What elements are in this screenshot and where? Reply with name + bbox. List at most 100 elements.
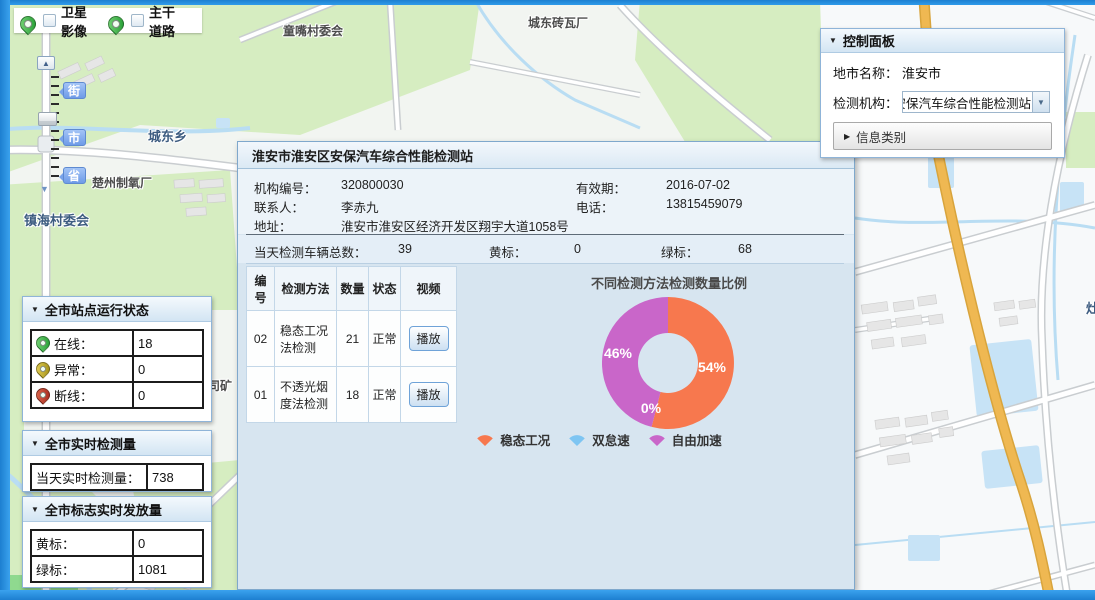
collapse-arrow-icon: ▼ — [31, 439, 39, 448]
app-window: 童嘴村委会 城东砖瓦厂 城东乡 楚州制氧厂 镇海村委会 公司矿 灶 卫星影像 主… — [0, 0, 1095, 600]
map-label-zhuanwachang: 城东砖瓦厂 — [528, 14, 588, 31]
valid-value: 2016-07-02 — [666, 178, 730, 192]
yellow-stat-label: 黄标： — [489, 242, 527, 261]
map-label-zhenhai: 镇海村委会 — [24, 210, 89, 229]
zoom-level-city[interactable]: 市 — [63, 129, 86, 146]
row-no: 01 — [247, 367, 275, 423]
org-no-label: 机构编号： — [254, 178, 317, 197]
green-flag-label: 绿标： — [31, 556, 133, 582]
collapse-arrow-icon: ▼ — [31, 305, 39, 314]
table-row: 断线： 0 — [31, 382, 203, 408]
realtime-header[interactable]: ▼ 全市实时检测量 — [23, 431, 211, 456]
roads-checkbox[interactable] — [131, 14, 144, 27]
play-video-button[interactable]: 播放 — [409, 326, 449, 351]
realtime-panel: ▼ 全市实时检测量 当天实时检测量： 738 — [22, 430, 212, 492]
green-flag-value: 1081 — [133, 556, 203, 582]
total-label: 当天检测车辆总数： — [254, 242, 367, 261]
layer-toolbar: 卫星影像 主干道路 — [14, 8, 202, 33]
slice-label-0: 0% — [629, 400, 673, 416]
slice-label-46: 46% — [596, 345, 640, 361]
yellow-stat-value: 0 — [574, 242, 581, 256]
station-status-table: 在线： 18 异常： 0 断线： 0 — [30, 329, 204, 409]
zoom-out-button[interactable]: ▼ — [40, 184, 49, 194]
collapse-arrow-icon: ▼ — [829, 36, 837, 45]
address-label: 地址： — [254, 216, 292, 235]
fan-marker-icon — [566, 432, 588, 447]
legend-label: 自由加速 — [672, 430, 722, 449]
realtime-table: 当天实时检测量： 738 — [30, 463, 204, 491]
zoom-in-button[interactable]: ▲ — [37, 56, 55, 70]
realtime-label: 当天实时检测量： — [31, 464, 147, 490]
satellite-checkbox[interactable] — [43, 14, 56, 27]
col-header-no: 编号 — [247, 267, 275, 311]
row-status: 正常 — [369, 367, 401, 423]
phone-label: 电话： — [576, 197, 614, 216]
expand-arrow-icon: ▶ — [844, 132, 850, 141]
org-select[interactable]: 安保汽车综合性能检测站 ▼ — [902, 91, 1050, 113]
row-method: 不透光烟度法检测 — [275, 367, 337, 423]
control-panel-title: 控制面板 — [843, 31, 895, 50]
slice-label-54: 54% — [690, 359, 734, 375]
flags-table: 黄标： 0 绿标： 1081 — [30, 529, 204, 583]
row-count: 21 — [337, 311, 369, 367]
table-row: 02 稳态工况法检测 21 正常 播放 — [247, 311, 457, 367]
yellow-flag-value: 0 — [133, 530, 203, 556]
city-label: 地市名称： — [833, 63, 898, 82]
table-row: 绿标： 1081 — [31, 556, 203, 582]
yellow-flag-label: 黄标： — [31, 530, 133, 556]
abnormal-label: 异常： — [54, 360, 93, 379]
online-value: 18 — [133, 330, 203, 356]
flags-header[interactable]: ▼ 全市标志实时发放量 — [23, 497, 211, 522]
realtime-value: 738 — [147, 464, 203, 490]
offline-value: 0 — [133, 382, 203, 408]
realtime-title: 全市实时检测量 — [45, 434, 136, 453]
map-label-zao: 灶 — [1086, 298, 1095, 317]
abnormal-pin-icon — [33, 359, 53, 379]
online-label: 在线： — [54, 334, 93, 353]
chevron-down-icon[interactable]: ▼ — [1032, 92, 1049, 112]
col-header-method: 检测方法 — [275, 267, 337, 311]
chart-title: 不同检测方法检测数量比例 — [538, 273, 800, 292]
row-status: 正常 — [369, 311, 401, 367]
zoom-level-province[interactable]: 省 — [63, 167, 86, 184]
row-count: 18 — [337, 367, 369, 423]
table-row: 在线： 18 — [31, 330, 203, 356]
row-no: 02 — [247, 311, 275, 367]
zoom-level-street[interactable]: 街 — [63, 82, 86, 99]
station-status-title: 全市站点运行状态 — [45, 300, 149, 319]
fan-marker-icon — [646, 432, 668, 447]
abnormal-value: 0 — [133, 356, 203, 382]
satellite-label: 卫星影像 — [61, 2, 98, 40]
city-value: 淮安市 — [902, 63, 941, 82]
zoom-slider-handle[interactable] — [38, 112, 57, 126]
play-video-button[interactable]: 播放 — [409, 382, 449, 407]
collapse-arrow-icon: ▼ — [31, 505, 39, 514]
legend-label: 双怠速 — [592, 430, 630, 449]
legend-label: 稳态工况 — [500, 430, 550, 449]
offline-label: 断线： — [54, 386, 93, 405]
fan-marker-icon — [474, 432, 496, 447]
table-row: 当天实时检测量： 738 — [31, 464, 203, 490]
contact-label: 联系人： — [254, 197, 304, 216]
window-frame-left — [0, 0, 10, 600]
org-no-value: 320800030 — [341, 178, 404, 192]
table-row: 黄标： 0 — [31, 530, 203, 556]
row-method: 稳态工况法检测 — [275, 311, 337, 367]
roads-label: 主干道路 — [149, 2, 186, 40]
org-label: 检测机构： — [833, 93, 898, 112]
window-frame-top — [0, 0, 1095, 5]
map-label-tongzui: 童嘴村委会 — [283, 22, 343, 39]
contact-value: 李赤九 — [341, 197, 379, 216]
station-status-header[interactable]: ▼ 全市站点运行状态 — [23, 297, 211, 322]
info-category-bar[interactable]: ▶ 信息类别 — [833, 122, 1052, 150]
control-panel: ▼ 控制面板 地市名称： 淮安市 检测机构： 安保汽车综合性能检测站 ▼ ▶ 信… — [820, 28, 1065, 158]
station-status-panel: ▼ 全市站点运行状态 在线： 18 异常： 0 断线： 0 — [22, 296, 212, 422]
detection-table: 编号 检测方法 数量 状态 视频 02 稳态工况法检测 21 正常 播放 01 … — [246, 266, 457, 423]
popup-title: 淮安市淮安区安保汽车综合性能检测站 — [238, 142, 854, 169]
offline-pin-icon — [33, 385, 53, 405]
legend-item-dual-idle: 双怠速 — [566, 430, 630, 449]
flags-title: 全市标志实时发放量 — [45, 500, 162, 519]
station-info-popup: 淮安市淮安区安保汽车综合性能检测站 机构编号： 320800030 有效期： 2… — [237, 141, 855, 590]
col-header-status: 状态 — [369, 267, 401, 311]
control-panel-header[interactable]: ▼ 控制面板 — [821, 29, 1064, 53]
